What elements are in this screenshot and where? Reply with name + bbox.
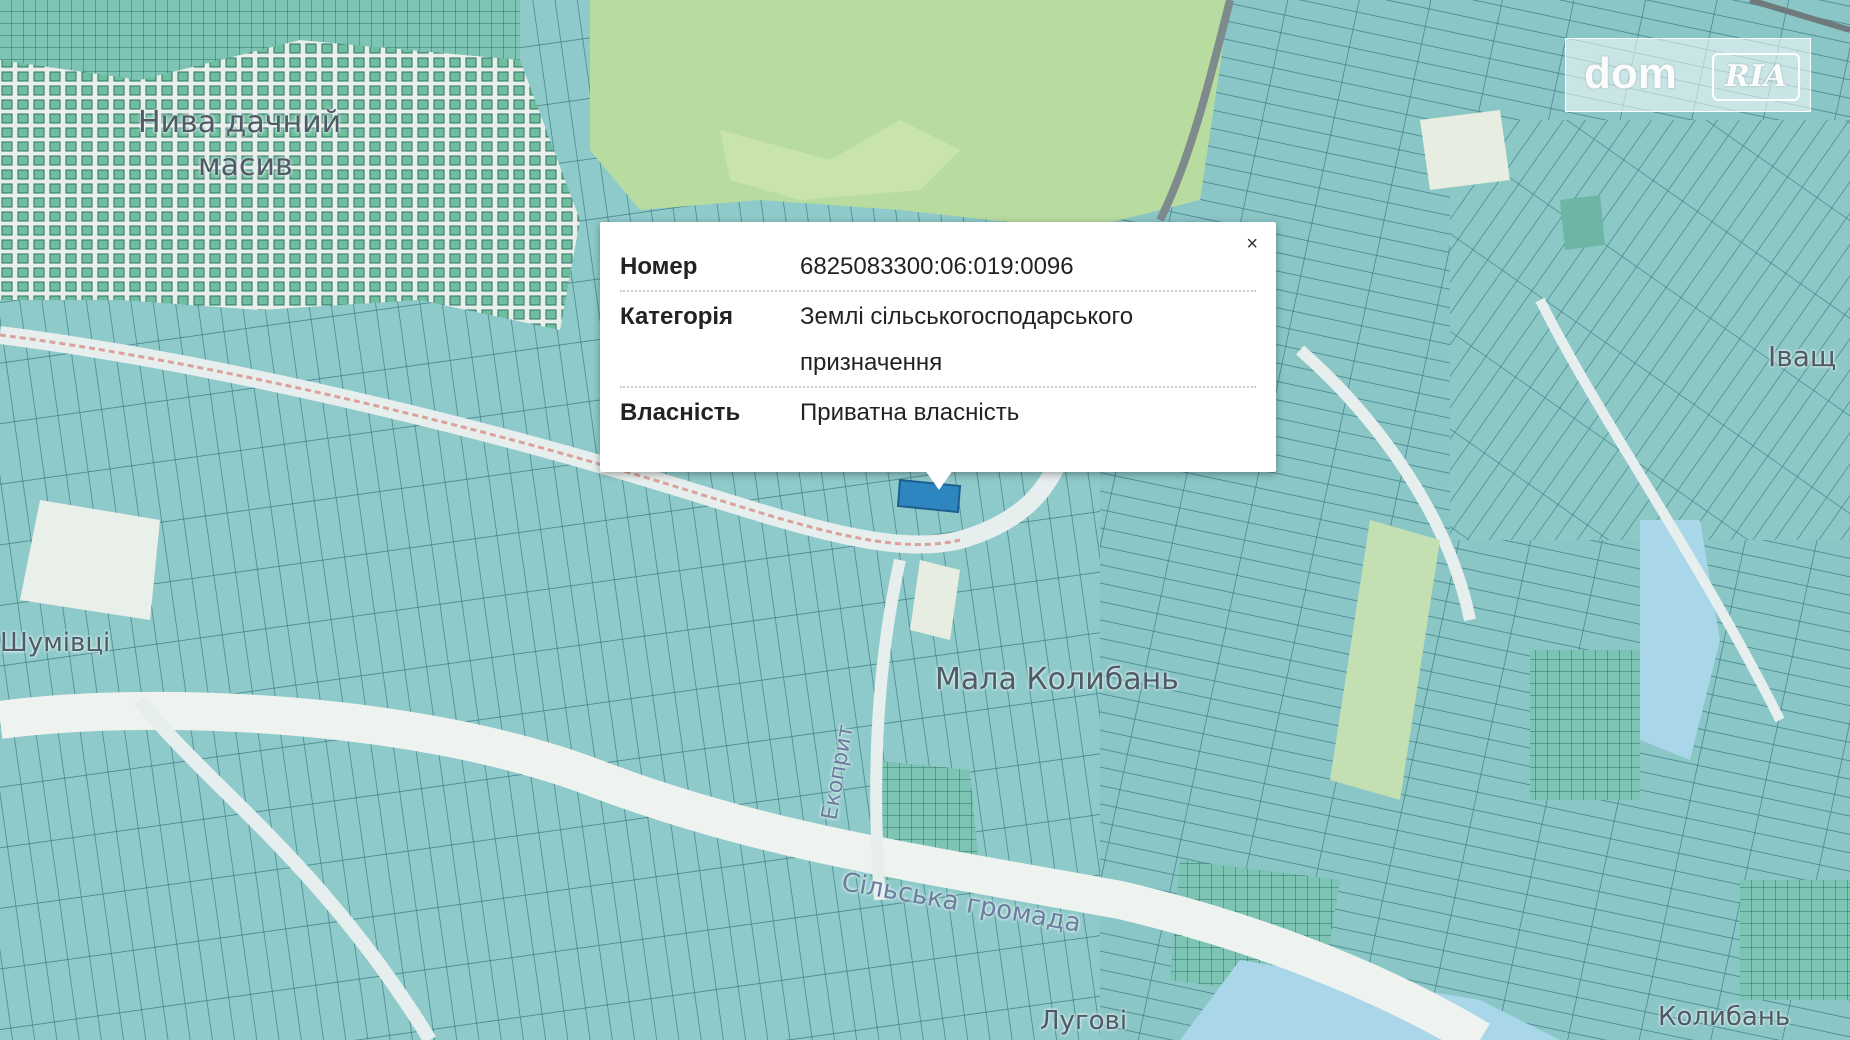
place-label-niva-2: масив — [198, 148, 293, 183]
parcel-field-northeast — [1450, 120, 1850, 540]
dacha-area-niva — [0, 40, 580, 330]
place-label-umivtsi: Шумівці — [0, 628, 111, 658]
value-category-line1: Землі сільськогосподарського — [800, 303, 1134, 330]
row-number: Номер 6825083300:06:019:0096 — [620, 244, 1256, 290]
place-label-ivashch: Іващ — [1768, 340, 1837, 373]
place-label-mala-kolyban: Мала Колибань — [935, 662, 1179, 697]
watermark-logo: dom RIA — [1565, 38, 1811, 112]
value-cadastral-number: 6825083300:06:019:0096 — [800, 253, 1074, 280]
place-label-kolyban: Колибань — [1658, 1002, 1791, 1032]
parcel-info-popup: × Номер 6825083300:06:019:0096 Категорія… — [600, 222, 1276, 472]
cadastral-map[interactable]: Нива дачний масив Мала Колибань Шумівці … — [0, 0, 1850, 1040]
dacha-area-east — [1530, 650, 1640, 800]
value-category: Землі сільськогосподарського призначення — [800, 294, 1256, 386]
forest-area — [590, 0, 1230, 230]
label-category: Категорія — [620, 303, 734, 330]
row-category: Категорія Землі сільськогосподарського п… — [620, 294, 1256, 386]
place-label-niva: Нива дачний — [138, 105, 342, 140]
watermark-dom: dom — [1584, 49, 1677, 98]
place-label-lugovi: Лугові — [1040, 1006, 1128, 1036]
watermark-ria: RIA — [1712, 53, 1800, 101]
open-patch — [20, 500, 160, 620]
label-ownership: Власність — [620, 399, 741, 426]
label-number: Номер — [620, 253, 698, 280]
pond-north — [1560, 195, 1605, 250]
row-divider — [620, 386, 1256, 388]
row-divider — [620, 290, 1256, 292]
popup-pointer — [925, 470, 953, 490]
dacha-area-southeast — [1740, 880, 1850, 1000]
value-category-line2: призначення — [800, 349, 943, 376]
row-ownership: Власність Приватна власність — [620, 390, 1256, 436]
open-patch-2 — [1420, 110, 1510, 190]
value-ownership: Приватна власність — [800, 399, 1020, 426]
